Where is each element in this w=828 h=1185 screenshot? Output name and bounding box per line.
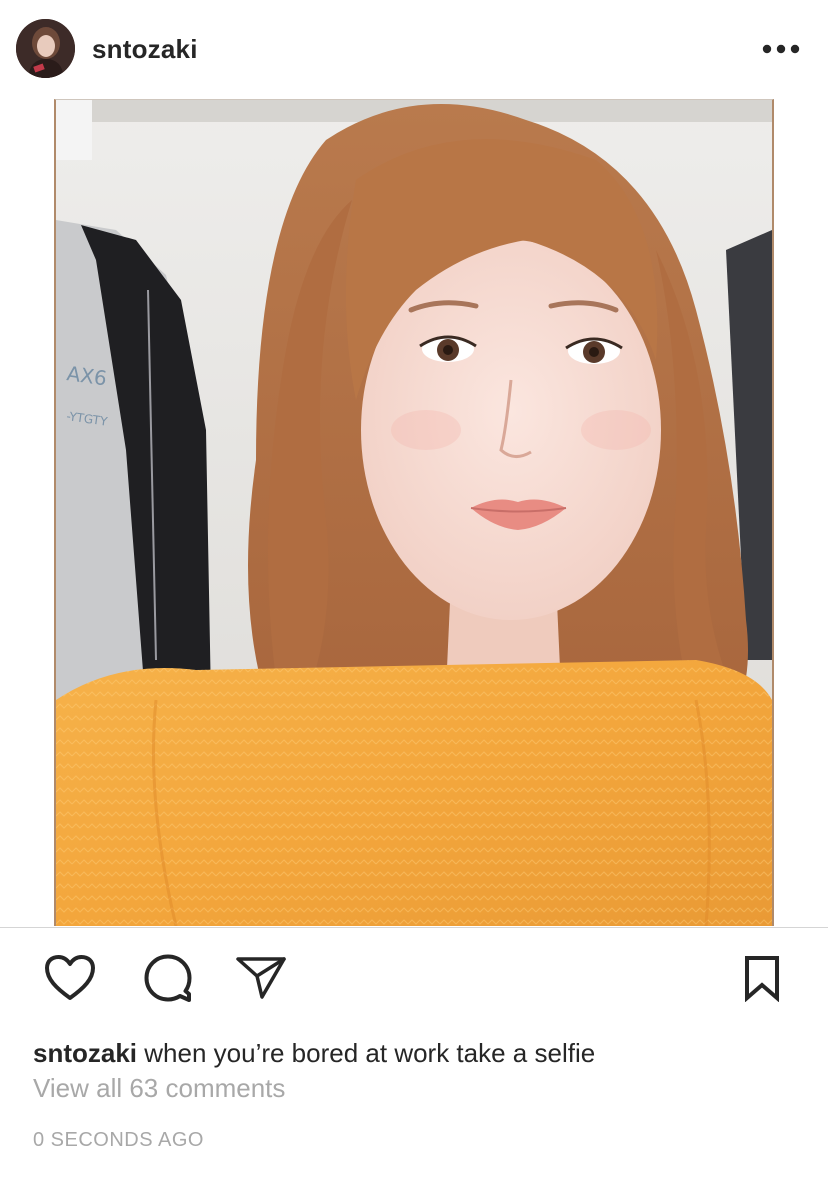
save-button[interactable] [736,952,788,1004]
post-header: sntozaki [0,0,828,98]
comment-button[interactable] [142,952,194,1004]
more-options-button[interactable] [758,32,804,66]
post-caption: sntozaki when you’re bored at work take … [33,1038,595,1069]
divider [0,927,828,928]
more-horizontal-icon [762,44,800,54]
like-button[interactable] [44,952,96,1004]
comment-bubble-icon [144,954,192,1002]
avatar[interactable] [16,19,75,78]
bookmark-icon [745,956,779,1002]
post-photo[interactable]: AX6 -YTGTY [54,99,774,926]
post-username[interactable]: sntozaki [92,34,198,65]
post-timestamp: 0 SECONDS AGO [33,1129,204,1151]
caption-text: when you’re bored at work take a selfie [144,1038,596,1068]
caption-username[interactable]: sntozaki [33,1038,137,1068]
heart-icon [45,955,95,1000]
view-all-comments-link[interactable]: View all 63 comments [33,1073,285,1104]
share-button[interactable] [235,952,287,1004]
paper-plane-icon [236,957,286,999]
